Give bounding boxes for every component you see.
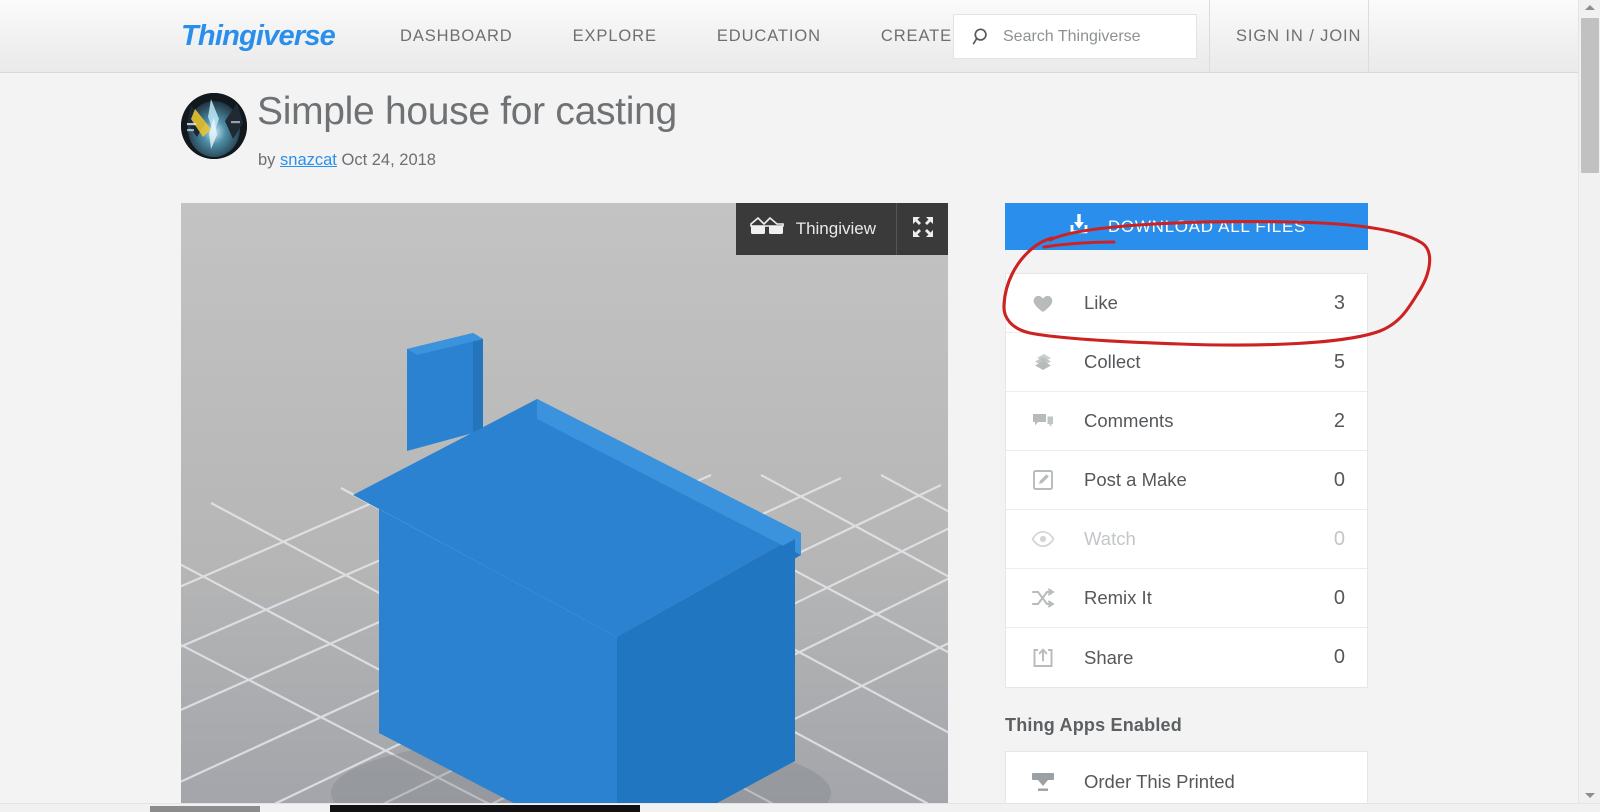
by-prefix: by	[258, 151, 276, 169]
app-row-order-this-printed[interactable]: Order This Printed	[1006, 752, 1367, 803]
action-count-like: 3	[1333, 291, 1345, 314]
comment-icon	[1030, 411, 1056, 431]
thing-sidebar: DOWNLOAD ALL FILES Like 3 Collect 5 Comm…	[1005, 203, 1368, 803]
action-row-remix-it[interactable]: Remix It 0	[1006, 569, 1367, 628]
thing-apps-card: Order This Printed	[1005, 751, 1368, 803]
search-box[interactable]	[953, 14, 1197, 59]
nav-item-education[interactable]: EDUCATION	[687, 23, 851, 49]
action-count-comments: 2	[1333, 409, 1345, 432]
action-row-watch[interactable]: Watch 0	[1006, 510, 1367, 569]
share-icon	[1030, 647, 1056, 669]
action-label-like: Like	[1084, 292, 1118, 313]
collect-icon	[1030, 352, 1056, 372]
action-label-watch: Watch	[1084, 528, 1136, 549]
action-count-post-a-make: 0	[1333, 468, 1345, 491]
scroll-up-button[interactable]	[1579, 0, 1600, 15]
3d-glasses-icon	[749, 216, 784, 242]
horizontal-scrollbar-track-segment[interactable]	[150, 806, 260, 812]
download-icon	[1067, 212, 1091, 241]
page-title: Simple house for casting	[257, 90, 677, 133]
thing-apps-title: Thing Apps Enabled	[1005, 715, 1182, 735]
eye-icon	[1030, 530, 1056, 548]
action-row-share[interactable]: Share 0	[1006, 628, 1367, 687]
action-count-share: 0	[1333, 646, 1345, 668]
sign-in-join-button[interactable]: SIGN IN / JOIN	[1210, 0, 1387, 72]
app-label-order-this-printed: Order This Printed	[1084, 770, 1235, 792]
chevron-down-icon	[1585, 793, 1595, 798]
action-label-share: Share	[1084, 646, 1134, 668]
page-root: Thingiverse DASHBOARD EXPLORE EDUCATION …	[0, 0, 1600, 812]
make-icon	[1030, 469, 1056, 491]
avatar[interactable]	[181, 93, 247, 159]
nav-item-explore[interactable]: EXPLORE	[543, 23, 687, 49]
thing-date: Oct 24, 2018	[341, 151, 436, 169]
action-row-post-a-make[interactable]: Post a Make 0	[1006, 451, 1367, 510]
action-row-like[interactable]: Like 3	[1006, 274, 1367, 333]
action-count-remix-it: 0	[1333, 586, 1345, 609]
site-header: Thingiverse DASHBOARD EXPLORE EDUCATION …	[0, 0, 1578, 73]
heart-icon	[1030, 293, 1056, 313]
action-label-post-a-make: Post a Make	[1084, 469, 1187, 490]
action-label-remix-it: Remix It	[1084, 587, 1152, 608]
thingiview-label: Thingiview	[795, 219, 876, 238]
nav-item-dashboard[interactable]: DASHBOARD	[370, 23, 543, 49]
thing-byline: by snazcat Oct 24, 2018	[258, 151, 436, 170]
download-all-files-button[interactable]: DOWNLOAD ALL FILES	[1005, 203, 1368, 250]
search-icon	[972, 27, 992, 47]
fullscreen-icon	[911, 215, 935, 244]
horizontal-scrollbar[interactable]	[0, 803, 1600, 812]
page-viewport: Thingiverse DASHBOARD EXPLORE EDUCATION …	[0, 0, 1578, 803]
download-button-label: DOWNLOAD ALL FILES	[1107, 216, 1307, 236]
main-nav: DASHBOARD EXPLORE EDUCATION CREATE	[370, 23, 982, 49]
action-label-collect: Collect	[1084, 351, 1141, 372]
horizontal-scrollbar-thumb[interactable]	[330, 805, 640, 812]
fullscreen-button[interactable]	[896, 203, 948, 255]
action-row-collect[interactable]: Collect 5	[1006, 333, 1367, 392]
action-row-comments[interactable]: Comments 2	[1006, 392, 1367, 451]
remix-icon	[1030, 588, 1056, 608]
action-count-collect: 5	[1333, 350, 1345, 373]
chevron-up-icon	[1585, 5, 1595, 10]
author-link[interactable]: snazcat	[280, 151, 337, 169]
vertical-scrollbar-thumb[interactable]	[1581, 18, 1599, 173]
action-count-watch: 0	[1333, 527, 1345, 550]
action-label-comments: Comments	[1084, 410, 1174, 431]
search-input[interactable]	[1003, 27, 1183, 46]
thing-actions-card: Like 3 Collect 5 Comments 2 Post a Make …	[1005, 273, 1368, 688]
model-canvas[interactable]	[181, 203, 948, 803]
thing-viewer[interactable]: Thingiview	[181, 203, 948, 803]
thingiverse-logo[interactable]: Thingiverse	[181, 19, 336, 54]
thingiview-button[interactable]: Thingiview	[735, 203, 896, 255]
scroll-down-button[interactable]	[1579, 788, 1600, 803]
vertical-scrollbar[interactable]	[1578, 0, 1600, 803]
viewer-toolbar: Thingiview	[735, 203, 948, 255]
printer-icon	[1030, 771, 1056, 793]
